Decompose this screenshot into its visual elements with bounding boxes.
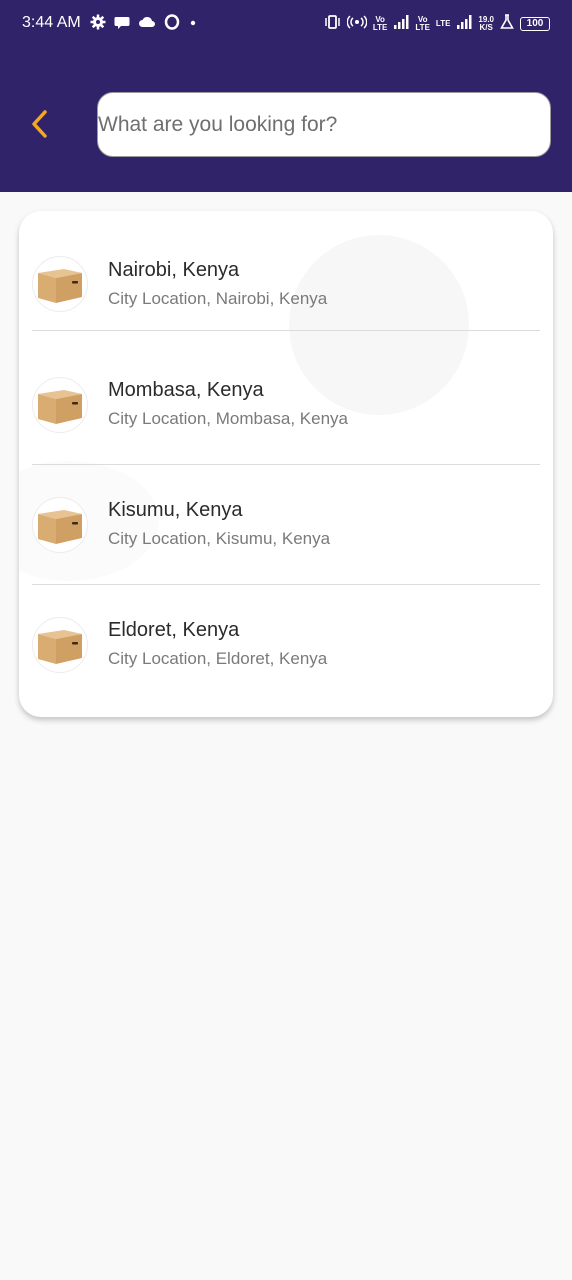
- location-item-eldoret[interactable]: Eldoret, Kenya City Location, Eldoret, K…: [32, 585, 540, 705]
- hotspot-icon: [346, 14, 368, 35]
- dot-icon: [188, 15, 198, 33]
- location-title: Kisumu, Kenya: [108, 499, 243, 521]
- location-title: Mombasa, Kenya: [108, 379, 264, 401]
- search-input[interactable]: [98, 93, 550, 156]
- location-title: Nairobi, Kenya: [108, 259, 240, 281]
- location-subtitle: City Location, Kisumu, Kenya: [108, 529, 331, 548]
- box-icon: [32, 497, 88, 553]
- opera-icon: [164, 13, 180, 35]
- location-subtitle: City Location, Nairobi, Kenya: [108, 289, 328, 308]
- signal-icon: [393, 14, 409, 34]
- app-header: 3:44 AM Vo LTE Vo LTE LTE 19.0 K/S 100 W…: [0, 0, 572, 192]
- lte-icon: LTE: [436, 20, 451, 28]
- back-button[interactable]: [22, 104, 56, 144]
- location-subtitle: City Location, Eldoret, Kenya: [108, 649, 328, 668]
- locations-card: Nairobi, Kenya City Location, Nairobi, K…: [19, 211, 553, 717]
- volte-label-bottom-2: LTE: [415, 23, 430, 32]
- volte-icon-2: Vo LTE: [415, 16, 430, 32]
- location-item-mombasa[interactable]: Mombasa, Kenya City Location, Mombasa, K…: [32, 345, 540, 465]
- lte-label: LTE: [435, 19, 451, 28]
- battery-icon: 100: [520, 17, 550, 31]
- speed-unit: K/S: [479, 23, 493, 32]
- vibrate-icon: [323, 14, 341, 35]
- signal-icon-2: [456, 14, 472, 34]
- chat-icon: [114, 14, 130, 35]
- status-right-icons: Vo LTE Vo LTE LTE 19.0 K/S 100: [323, 12, 550, 36]
- box-icon: [32, 617, 88, 673]
- divider: [32, 330, 540, 331]
- volte-icon: Vo LTE: [373, 16, 388, 32]
- location-title: Eldoret, Kenya: [108, 619, 240, 641]
- cloud-icon: [138, 15, 156, 34]
- box-icon: [32, 256, 88, 312]
- search-box[interactable]: [97, 92, 551, 157]
- location-item-nairobi[interactable]: Nairobi, Kenya City Location, Nairobi, K…: [32, 211, 540, 331]
- location-subtitle: City Location, Mombasa, Kenya: [108, 409, 349, 428]
- speed-icon: 19.0 K/S: [478, 16, 494, 32]
- flask-icon: [500, 13, 514, 35]
- gear-icon: [90, 14, 106, 35]
- volte-label-bottom: LTE: [372, 23, 388, 32]
- box-icon: [32, 377, 88, 433]
- status-time: 3:44 AM: [22, 14, 81, 31]
- chevron-left-icon: [32, 110, 47, 138]
- status-bar: 3:44 AM Vo LTE Vo LTE LTE 19.0 K/S 100: [0, 0, 572, 48]
- status-left-icons: [90, 13, 198, 35]
- location-item-kisumu[interactable]: Kisumu, Kenya City Location, Kisumu, Ken…: [32, 465, 540, 585]
